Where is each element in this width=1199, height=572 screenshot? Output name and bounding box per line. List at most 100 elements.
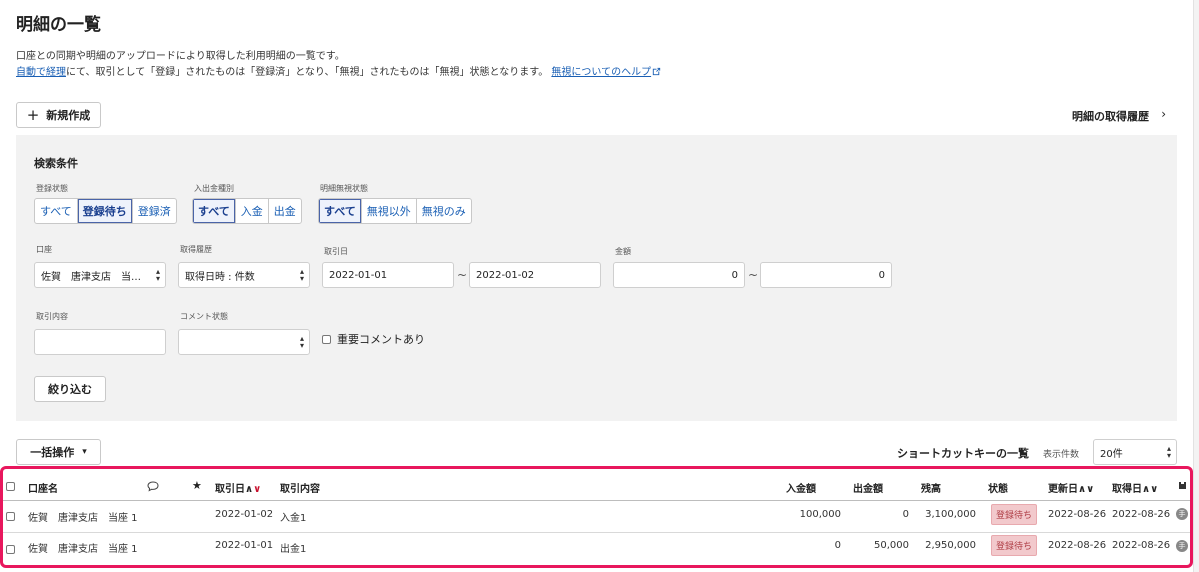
new-create-button[interactable]: + 新規作成 [16,102,101,128]
content-input[interactable] [34,329,166,355]
page-description: 口座との同期や明細のアップロードにより取得した利用明細の一覧です。 [16,51,345,62]
row-date: 2022-01-01 [215,540,274,551]
ignore-non-ignored[interactable]: 無視以外 [362,199,417,223]
content-label: 取引内容 [36,312,68,321]
select-arrows-icon: ▴ ▾ [1166,444,1171,460]
row-updated: 2022-08-26 [1048,509,1107,520]
ignore-help-link[interactable]: 無視についてのヘルプ [551,67,651,78]
row-acquired: 2022-08-26 [1112,540,1171,551]
reg-status-segment: すべて 登録待ち 登録済 [34,198,177,224]
header-divider [3,500,1190,501]
status-badge: 登録待ち [991,535,1038,556]
history-select[interactable]: 取得日時 : 件数 ▴ ▾ [178,262,310,288]
caret-down-icon: ▾ [82,447,87,457]
plus-icon: + [26,106,40,124]
star-icon[interactable]: ★ [192,479,202,492]
sort-icon[interactable]: ∧∨ [245,484,261,495]
select-arrows-icon: ▴ ▾ [155,267,160,283]
col-date-label: 取引日 [215,484,245,495]
sort-icon[interactable]: ∧∨ [1078,484,1094,495]
reg-status-pending[interactable]: 登録待ち [77,199,133,223]
inout-label: 入出金種別 [194,184,234,193]
row-checkbox[interactable] [6,545,15,554]
account-label: 口座 [36,245,52,254]
history-value: 取得日時 : 件数 [185,271,255,283]
col-updated[interactable]: 更新日∧∨ [1048,480,1094,495]
col-status: 状態 [988,484,1008,495]
select-arrows-icon: ▴ ▾ [299,267,304,283]
amount-to-input[interactable]: 0 [760,262,892,288]
col-content: 取引内容 [280,484,320,495]
date-from-input[interactable]: 2022-01-01 [322,262,454,288]
status-badge: 登録待ち [991,504,1038,525]
page-description-2: 自動で経理にて、取引として「登録」されたものは「登録済」となり、「無視」されたも… [16,63,662,78]
important-comment-checkbox[interactable] [322,334,331,344]
search-title: 検索条件 [34,157,78,170]
page-title: 明細の一覧 [16,15,101,35]
col-account[interactable]: 口座名 [28,480,58,495]
bulk-action-label: 一括操作 [30,446,75,459]
select-all-checkbox[interactable] [6,482,15,491]
row-account: 佐賀 唐津支店 当座 1 [28,544,138,555]
row-divider [3,532,1190,533]
row-date: 2022-01-02 [215,509,274,520]
col-acquired[interactable]: 取得日∧∨ [1112,480,1158,495]
manual-badge-icon: 手 [1176,508,1188,520]
ignore-status-label: 明細無視状態 [320,184,368,193]
description-text: にて、取引として「登録」されたものは「登録済」となり、「無視」されたものは「無視… [66,67,549,78]
vertical-scrollbar[interactable] [1193,0,1199,572]
account-value: 佐賀 唐津支店 当… [41,271,141,283]
manual-badge-icon: 手 [1176,540,1188,552]
date-label: 取引日 [324,247,348,256]
col-deposit: 入金額 [786,484,816,495]
amount-from-input[interactable]: 0 [613,262,745,288]
row-balance: 2,950,000 [925,540,976,551]
row-content: 出金1 [280,544,307,555]
col-balance: 残高 [921,484,941,495]
inout-withdrawal[interactable]: 出金 [269,199,301,223]
reg-status-label: 登録状態 [36,184,68,193]
filter-button[interactable]: 絞り込む [34,376,106,402]
col-date[interactable]: 取引日∧∨ [215,480,261,495]
comment-status-select[interactable]: ▴ ▾ [178,329,310,355]
select-arrows-icon: ▴ ▾ [299,334,304,350]
row-withdrawal: 50,000 [874,540,909,551]
sort-icon[interactable]: ∧∨ [1142,484,1158,495]
date-range-tilde: ~ [457,268,468,282]
ignore-only[interactable]: 無視のみ [417,199,471,223]
date-to-input[interactable]: 2022-01-02 [469,262,601,288]
per-page-value: 20件 [1100,448,1123,460]
per-page-select[interactable]: 20件 ▴ ▾ [1093,439,1177,465]
chevron-right-icon: › [1161,107,1166,121]
new-create-label: 新規作成 [46,109,91,122]
row-withdrawal: 0 [902,509,909,520]
column-settings-icon[interactable] [1177,480,1188,491]
inout-segment: すべて 入金 出金 [192,198,302,224]
shortcut-list-link[interactable]: ショートカットキーの一覧 [897,445,1029,461]
col-updated-label: 更新日 [1048,484,1078,495]
amount-range-tilde: ~ [748,268,759,282]
account-select[interactable]: 佐賀 唐津支店 当… ▴ ▾ [34,262,166,288]
important-comment-toggle[interactable]: 重要コメントあり [322,331,425,347]
reg-status-all[interactable]: すべて [35,199,78,223]
bulk-action-button[interactable]: 一括操作 ▾ [16,439,101,465]
comment-status-label: コメント状態 [180,312,228,321]
ignore-all[interactable]: すべて [319,199,362,223]
external-link-icon [652,67,661,76]
row-deposit: 100,000 [799,509,841,520]
row-deposit: 0 [834,540,841,551]
amount-label: 金額 [615,247,631,256]
important-comment-label: 重要コメントあり [337,333,425,346]
history-label: 取得履歴 [180,245,212,254]
comment-icon[interactable] [147,481,159,492]
fetch-history-link[interactable]: 明細の取得履歴 [1072,108,1149,124]
auto-accounting-link[interactable]: 自動で経理 [16,67,66,78]
row-account: 佐賀 唐津支店 当座 1 [28,513,138,524]
row-content: 入金1 [280,513,307,524]
reg-status-registered[interactable]: 登録済 [133,199,176,223]
row-checkbox[interactable] [6,512,15,521]
inout-deposit[interactable]: 入金 [236,199,269,223]
ignore-status-segment: すべて 無視以外 無視のみ [318,198,472,224]
inout-all[interactable]: すべて [193,199,236,223]
per-page-label: 表示件数 [1043,450,1080,460]
